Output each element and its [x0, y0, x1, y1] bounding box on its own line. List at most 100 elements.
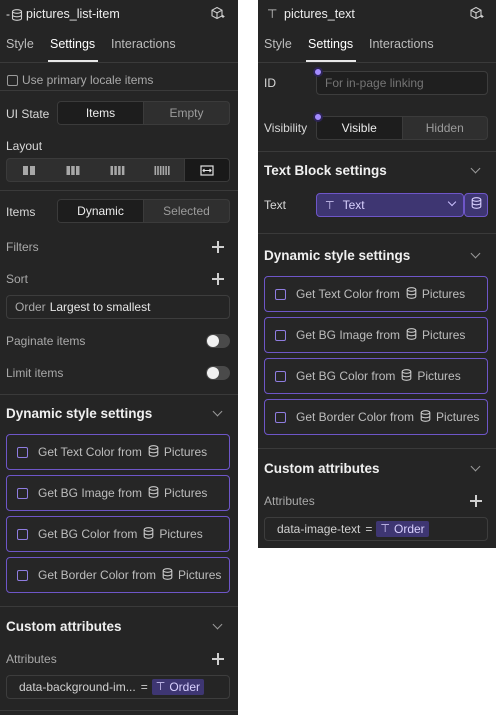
attribute-equals: = — [365, 522, 373, 536]
tab-style[interactable]: Style — [6, 37, 34, 51]
get-bg-image-checkbox[interactable] — [275, 329, 286, 341]
visibility-visible-option[interactable]: Visible — [317, 117, 403, 139]
id-binding-indicator[interactable] — [313, 67, 323, 77]
get-border-color-row[interactable]: Get Border Color from Pictures — [264, 399, 488, 435]
collapse-chevron-icon[interactable] — [470, 248, 481, 259]
text-label: Text — [264, 198, 287, 212]
tab-settings[interactable]: Settings — [50, 37, 95, 51]
items-dynamic-option[interactable]: Dynamic — [58, 200, 144, 222]
add-attribute-plus-icon[interactable] — [212, 653, 224, 665]
get-bg-color-checkbox[interactable] — [17, 528, 28, 540]
paginate-items-label: Paginate items — [6, 334, 86, 348]
tab-interactions[interactable]: Interactions — [369, 37, 434, 51]
dynamic-style-heading: Dynamic style settings — [6, 406, 153, 421]
get-border-color-checkbox[interactable] — [275, 411, 286, 423]
visibility-binding-indicator[interactable] — [313, 112, 323, 122]
primary-locale-checkbox[interactable] — [7, 75, 18, 86]
locale-divider — [0, 90, 238, 91]
attributes-label: Attributes — [6, 652, 57, 666]
visibility-hidden-option[interactable]: Hidden — [403, 117, 488, 139]
get-from-cms-button[interactable] — [464, 193, 488, 217]
get-text-color-row[interactable]: Get Text Color from Pictures — [264, 276, 488, 312]
source-collection-name: Pictures — [164, 486, 208, 500]
custom-attribute-row[interactable]: data-image-text = ⊤ Order — [264, 517, 488, 541]
sort-field-value: Largest to smallest — [49, 300, 151, 314]
get-bg-image-checkbox[interactable] — [17, 487, 28, 499]
get-text-color-checkbox[interactable] — [17, 446, 28, 458]
get-border-color-row[interactable]: Get Border Color from Pictures — [6, 557, 230, 593]
collection-list-item-icon — [11, 8, 23, 26]
get-bg-color-row[interactable]: Get BG Color from Pictures — [264, 358, 488, 394]
database-icon — [162, 567, 173, 583]
ui-state-segmented: Items Empty — [57, 101, 230, 125]
collapse-chevron-icon[interactable] — [212, 619, 223, 630]
layout-segmented — [6, 158, 230, 182]
tabs-divider — [0, 62, 238, 63]
layout-divider — [0, 190, 238, 191]
layout-3-columns-icon[interactable] — [51, 159, 95, 181]
get-border-color-label: Get Border Color from — [296, 410, 415, 424]
add-filter-plus-icon[interactable] — [212, 241, 224, 253]
custom-attributes-heading: Custom attributes — [264, 461, 380, 476]
get-bg-color-checkbox[interactable] — [275, 370, 286, 382]
add-attribute-plus-icon[interactable] — [470, 495, 482, 507]
ui-state-label: UI State — [6, 107, 50, 121]
database-icon — [406, 327, 417, 343]
ui-state-empty-option[interactable]: Empty — [144, 102, 229, 124]
add-sort-plus-icon[interactable] — [212, 273, 224, 285]
text-binding-select[interactable]: ⊤ Text — [316, 193, 464, 217]
layout-6-columns-icon[interactable] — [140, 159, 184, 181]
get-border-color-checkbox[interactable] — [17, 569, 28, 581]
source-collection-name: Pictures — [421, 287, 466, 301]
dynamic-style-heading: Dynamic style settings — [264, 248, 411, 263]
right-settings-panel: ⊤ pictures_text Style Settings Interacti… — [258, 0, 496, 548]
custom-attributes-heading: Custom attributes — [6, 619, 122, 634]
attribute-value-tag: ⊤ Order — [376, 521, 429, 537]
source-collection-name: Pictures — [159, 527, 203, 541]
limit-items-toggle[interactable] — [206, 366, 230, 380]
dropdown-chevron-icon — [447, 197, 457, 207]
collapse-chevron-icon[interactable] — [212, 406, 223, 417]
collapse-chevron-icon[interactable] — [470, 163, 481, 174]
title-prefix: - — [6, 7, 10, 21]
get-bg-color-label: Get BG Color from — [296, 369, 396, 383]
text-binding-value: Text — [342, 198, 365, 212]
layout-label: Layout — [6, 139, 43, 153]
id-input[interactable] — [316, 71, 488, 95]
source-collection-name: Pictures — [178, 568, 222, 582]
custom-attribute-row[interactable]: data-background-im... = ⊤ Order — [6, 675, 230, 699]
get-text-color-row[interactable]: Get Text Color from Pictures — [6, 434, 230, 470]
items-segmented: Dynamic Selected — [57, 199, 230, 223]
toggle-knob — [207, 367, 219, 379]
tab-settings[interactable]: Settings — [308, 37, 353, 51]
get-bg-image-row[interactable]: Get BG Image from Pictures — [6, 475, 230, 511]
sort-rule-field[interactable]: Order Largest to smallest — [6, 295, 230, 319]
attribute-value: Order — [169, 680, 201, 694]
get-bg-image-label: Get BG Image from — [296, 328, 401, 342]
get-bg-image-row[interactable]: Get BG Image from Pictures — [264, 317, 488, 353]
layout-4-columns-icon[interactable] — [95, 159, 139, 181]
component-cube-icon[interactable] — [469, 6, 484, 26]
component-cube-icon[interactable] — [210, 6, 225, 26]
visibility-segmented: Visible Hidden — [316, 116, 488, 140]
get-bg-color-row[interactable]: Get BG Color from Pictures — [6, 516, 230, 552]
ui-state-items-option[interactable]: Items — [58, 102, 144, 124]
database-icon — [406, 286, 417, 302]
attribute-value-tag: ⊤ Order — [151, 679, 205, 695]
source-collection-name: Pictures — [436, 410, 480, 424]
layout-2-columns-icon[interactable] — [7, 159, 51, 181]
sort-field-key: Order — [15, 300, 46, 314]
database-icon — [148, 485, 159, 501]
collapse-chevron-icon[interactable] — [470, 461, 481, 472]
tab-interactions[interactable]: Interactions — [111, 37, 176, 51]
toggle-knob — [207, 335, 219, 347]
layout-custom-grid-icon[interactable] — [183, 159, 229, 181]
text-type-icon: ⊤ — [380, 523, 390, 535]
paginate-items-toggle[interactable] — [206, 334, 230, 348]
text-element-icon: ⊤ — [267, 7, 278, 21]
items-selected-option[interactable]: Selected — [144, 200, 229, 222]
get-text-color-checkbox[interactable] — [275, 288, 286, 300]
source-collection-name: Pictures — [422, 328, 466, 342]
database-icon — [471, 196, 482, 214]
tab-style[interactable]: Style — [264, 37, 292, 51]
